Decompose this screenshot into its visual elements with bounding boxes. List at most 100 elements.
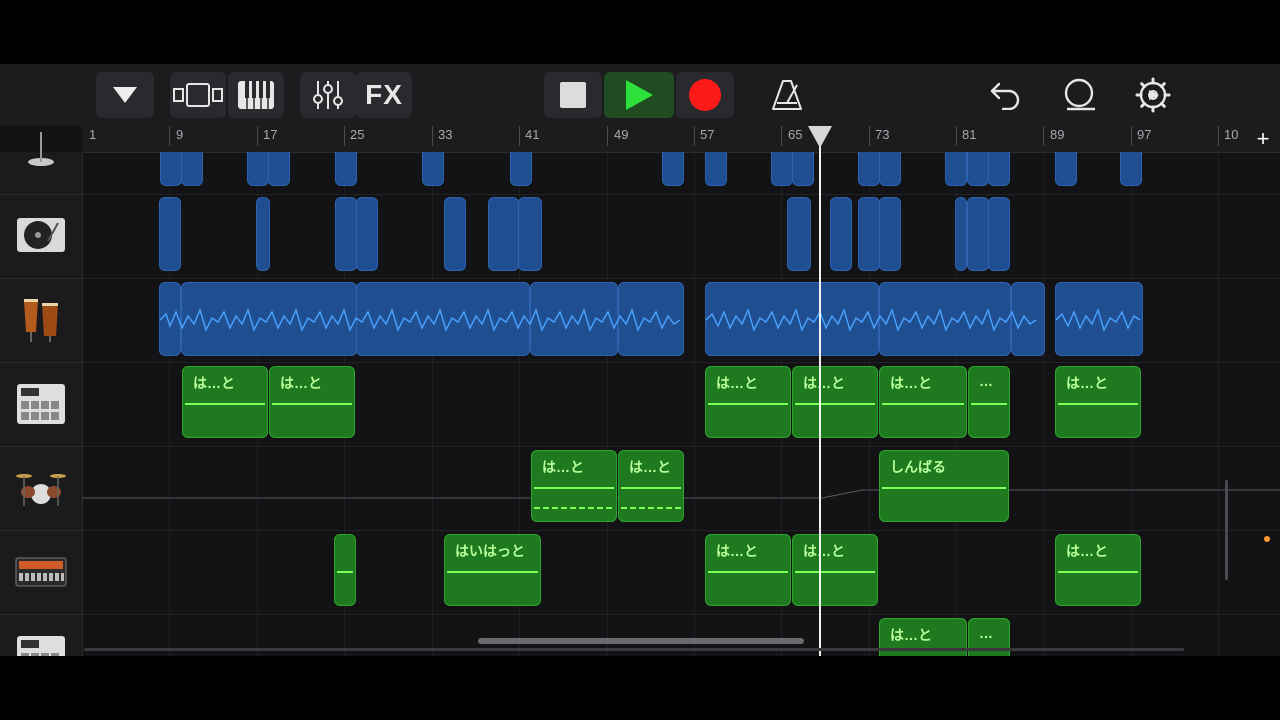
loop-browser-button[interactable]	[1056, 72, 1102, 118]
midi-region[interactable]: …	[968, 366, 1010, 438]
audio-region[interactable]	[160, 152, 182, 186]
track-lanes[interactable]: は…と は…と は…と は…と は…と … は…と は…と は…と しんばる は…	[82, 152, 1280, 656]
audio-region[interactable]	[335, 197, 357, 271]
audio-region[interactable]	[159, 282, 181, 356]
bar-number: 81	[962, 127, 977, 142]
track-header-beat-sequencer[interactable]	[0, 530, 82, 615]
audio-region[interactable]	[1120, 152, 1142, 186]
instrument-view-button[interactable]	[228, 72, 284, 118]
playhead-handle[interactable]	[808, 126, 832, 148]
cymbal-icon	[28, 132, 54, 166]
audio-region[interactable]	[945, 152, 967, 186]
audio-region[interactable]	[988, 197, 1010, 271]
audio-region[interactable]	[488, 197, 519, 271]
audio-region[interactable]	[879, 197, 901, 271]
track-header-cymbal[interactable]	[0, 110, 82, 195]
audio-region[interactable]	[967, 152, 989, 186]
bar-tick	[257, 126, 258, 146]
midi-region[interactable]: は…と	[269, 366, 355, 438]
audio-region[interactable]	[879, 152, 901, 186]
bar-number: 9	[176, 127, 184, 142]
audio-region[interactable]	[181, 152, 203, 186]
midi-note-line	[447, 571, 538, 573]
region-label: は…と	[1066, 375, 1108, 391]
bar-tick	[169, 126, 170, 146]
midi-region[interactable]: は…と	[792, 534, 878, 606]
audio-region[interactable]	[787, 197, 811, 271]
midi-note-line	[185, 403, 265, 405]
region-label: …	[979, 625, 993, 641]
midi-note-line	[272, 403, 352, 405]
triangle-down-icon	[113, 87, 137, 103]
audio-region[interactable]	[662, 152, 684, 186]
stop-button[interactable]	[544, 72, 602, 118]
track-header-drum-kit[interactable]	[0, 446, 82, 531]
add-section-button[interactable]: +	[1250, 126, 1276, 152]
audio-region[interactable]	[356, 197, 378, 271]
midi-region[interactable]: は…と	[705, 534, 791, 606]
midi-region[interactable]: は…と	[618, 450, 684, 522]
audio-region[interactable]	[510, 152, 532, 186]
audio-region[interactable]	[335, 152, 357, 186]
audio-region[interactable]	[1055, 282, 1143, 356]
mixer-button[interactable]	[300, 72, 356, 118]
drum-kit-icon	[16, 474, 66, 506]
audio-region[interactable]	[879, 282, 1011, 356]
play-button[interactable]	[604, 72, 674, 118]
midi-region[interactable]: は…と	[705, 366, 791, 438]
audio-region[interactable]	[830, 197, 852, 271]
playhead[interactable]	[819, 138, 821, 656]
audio-region[interactable]	[159, 197, 181, 271]
midi-region[interactable]: は…と	[792, 366, 878, 438]
audio-region[interactable]	[705, 152, 727, 186]
audio-region[interactable]	[858, 152, 880, 186]
midi-region[interactable]: は…と	[1055, 534, 1141, 606]
audio-region[interactable]	[618, 282, 684, 356]
audio-region[interactable]	[967, 197, 989, 271]
midi-region[interactable]: は…と	[1055, 366, 1141, 438]
audio-region[interactable]	[1011, 282, 1045, 356]
track-header-drum-machine-2[interactable]	[0, 614, 82, 656]
audio-region[interactable]	[1055, 152, 1077, 186]
audio-region[interactable]	[988, 152, 1010, 186]
record-button[interactable]	[676, 72, 734, 118]
audio-region[interactable]	[268, 152, 290, 186]
bar-number: 97	[1137, 127, 1152, 142]
audio-region[interactable]	[422, 152, 444, 186]
timeline-ruler[interactable]: 1 9 17 25 33 41 49 57 65 73 81 89 97 10	[82, 126, 1280, 153]
audio-region[interactable]	[444, 197, 466, 271]
audio-region[interactable]	[256, 197, 270, 271]
audio-region[interactable]	[530, 282, 618, 356]
midi-region[interactable]	[334, 534, 356, 606]
midi-note-line	[534, 487, 614, 489]
sliders-icon	[313, 81, 343, 109]
track-header-conga[interactable]	[0, 278, 82, 363]
midi-region[interactable]: はいはっと	[444, 534, 541, 606]
settings-button[interactable]	[1130, 72, 1176, 118]
audio-region[interactable]	[181, 282, 357, 356]
midi-region[interactable]: は…と	[879, 366, 967, 438]
fx-button[interactable]: FX	[356, 72, 412, 118]
gear-icon	[1135, 77, 1171, 113]
metronome-button[interactable]	[762, 72, 812, 118]
audio-region[interactable]	[356, 282, 530, 356]
region-label: は…と	[1066, 543, 1108, 559]
browser-button[interactable]	[170, 72, 226, 118]
audio-region[interactable]	[705, 282, 879, 356]
audio-region[interactable]	[518, 197, 542, 271]
midi-region[interactable]: しんばる	[879, 450, 1009, 522]
bar-number: 1	[89, 127, 97, 142]
track-header-turntable[interactable]	[0, 194, 82, 279]
horizontal-scrollbar[interactable]	[478, 638, 804, 644]
audio-region[interactable]	[792, 152, 814, 186]
audio-region[interactable]	[955, 197, 967, 271]
midi-region[interactable]: は…と	[531, 450, 617, 522]
track-header-drum-machine[interactable]	[0, 362, 82, 447]
audio-region[interactable]	[858, 197, 880, 271]
vertical-scrollbar[interactable]	[1225, 480, 1228, 580]
undo-button[interactable]	[982, 72, 1028, 118]
audio-region[interactable]	[247, 152, 269, 186]
audio-region[interactable]	[771, 152, 793, 186]
midi-region[interactable]: は…と	[182, 366, 268, 438]
my-songs-button[interactable]	[96, 72, 154, 118]
